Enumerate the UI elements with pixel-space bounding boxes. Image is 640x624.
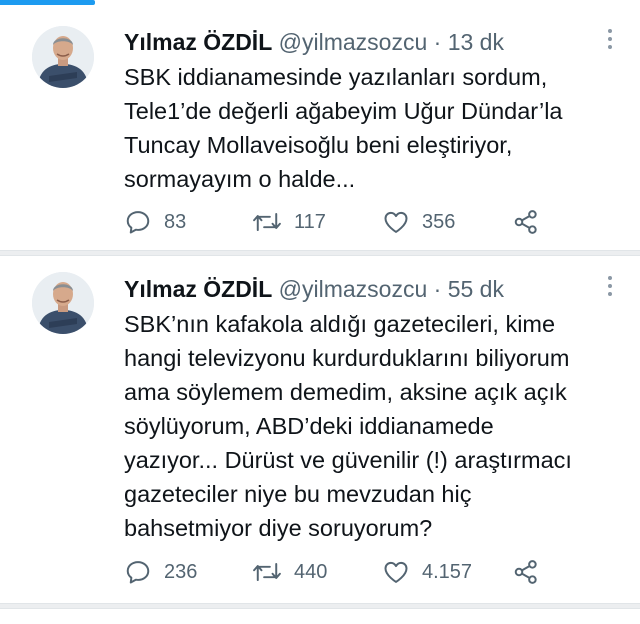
author-name[interactable]: Yılmaz ÖZDİL — [124, 29, 272, 55]
separator-dot: · — [433, 29, 442, 55]
like-count: 356 — [422, 210, 456, 233]
reply-button[interactable]: 83 — [124, 207, 186, 237]
tweet-actions: 236 440 4.157 — [124, 557, 564, 587]
tweet-text-line: SBK’nın kafakola aldığı gazetecileri, ki… — [124, 311, 556, 337]
share-icon — [514, 210, 537, 234]
retweet-count: 440 — [294, 560, 328, 583]
tweet-text-line: ama söylemem demedim, aksine açık açık — [124, 379, 567, 405]
reply-button[interactable]: 236 — [124, 557, 197, 587]
tweet-text-line: yazıyor... Dürüst ve güvenilir (!) araşt… — [124, 447, 572, 473]
retweet-button[interactable]: 440 — [252, 557, 327, 587]
tweet-text-line: sormayayım o halde... — [124, 166, 356, 192]
active-tab-indicator — [0, 0, 95, 5]
tweet-text-line: söylüyorum, ABD’deki iddianamede — [124, 413, 494, 439]
tweet-text-line: hangi televizyonu kurdurduklarını biliyo… — [124, 345, 570, 371]
tweet-header: Yılmaz ÖZDİL @yilmazsozcu · 13 dk — [124, 27, 504, 57]
more-icon[interactable] — [606, 276, 614, 300]
avatar[interactable] — [32, 272, 94, 334]
tweet-text-line: Tele1’de değerli ağabeyim Uğur Dündar’la — [124, 98, 563, 124]
share-button[interactable] — [512, 557, 540, 587]
retweet-button[interactable]: 117 — [252, 207, 326, 237]
tweet-text: SBK’nın kafakola aldığı gazetecileri, ki… — [124, 307, 624, 545]
tweet-text-line: bahsetmiyor diye soruyorum? — [124, 515, 433, 541]
tweet-text-line: Tuncay Mollaveisoğlu beni eleştiriyor, — [124, 132, 513, 158]
tweet-text-line: gazeteciler niye bu mevzudan hiç — [124, 481, 472, 507]
share-icon — [514, 560, 537, 584]
retweet-count: 117 — [294, 210, 326, 233]
avatar-image — [32, 26, 94, 88]
timestamp[interactable]: 55 dk — [448, 276, 504, 302]
reply-icon — [126, 211, 150, 234]
tweet-divider — [0, 603, 640, 609]
tweet-text-line: SBK iddianamesinde yazılanları sordum, — [124, 64, 548, 90]
share-button[interactable] — [512, 207, 540, 237]
reply-count: 236 — [164, 560, 198, 583]
reply-count: 83 — [164, 210, 187, 233]
tweet-actions: 83 117 356 — [124, 207, 564, 237]
more-icon[interactable] — [606, 29, 614, 53]
like-icon — [384, 211, 408, 233]
like-count: 4.157 — [422, 560, 473, 583]
reply-icon — [126, 561, 150, 584]
like-icon — [384, 561, 408, 583]
tweet-header: Yılmaz ÖZDİL @yilmazsozcu · 55 dk — [124, 274, 504, 304]
timestamp[interactable]: 13 dk — [448, 29, 504, 55]
separator-dot: · — [433, 276, 442, 302]
like-button[interactable]: 356 — [382, 207, 455, 237]
author-handle[interactable]: @yilmazsozcu — [279, 276, 428, 302]
top-progress-bar — [0, 0, 640, 8]
avatar-image — [32, 272, 94, 334]
tweet[interactable]: Yılmaz ÖZDİL @yilmazsozcu · 55 dk SBK’nı… — [0, 258, 640, 600]
retweet-icon — [253, 562, 281, 582]
avatar[interactable] — [32, 26, 94, 88]
retweet-icon — [253, 212, 281, 232]
tweet-text: SBK iddianamesinde yazılanları sordum, T… — [124, 60, 624, 196]
like-button[interactable]: 4.157 — [382, 557, 472, 587]
author-handle[interactable]: @yilmazsozcu — [279, 29, 428, 55]
tweet[interactable]: Yılmaz ÖZDİL @yilmazsozcu · 13 dk SBK id… — [0, 8, 640, 252]
tweet-divider — [0, 250, 640, 256]
author-name[interactable]: Yılmaz ÖZDİL — [124, 276, 272, 302]
